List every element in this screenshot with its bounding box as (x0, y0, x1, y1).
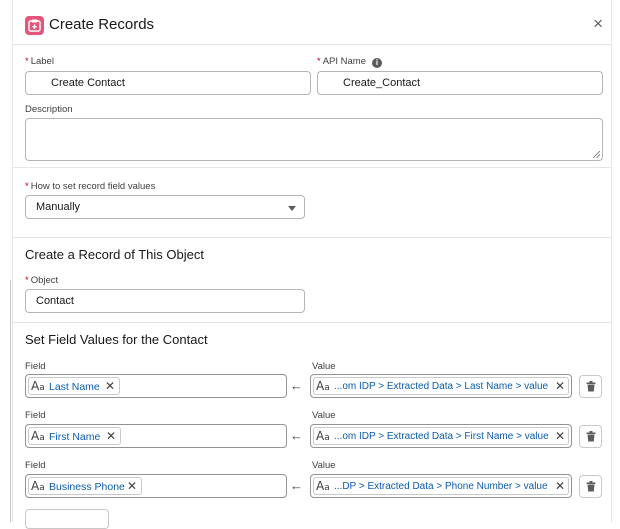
remove-icon[interactable]: ✕ (106, 429, 116, 443)
left-arrow-icon: ← (290, 478, 303, 493)
text-type-icon: Aa (316, 429, 330, 443)
create-records-icon (25, 16, 44, 35)
section-divider (13, 322, 611, 323)
resize-handle-icon[interactable] (593, 151, 600, 158)
text-type-icon: Aa (31, 379, 45, 393)
value-label: Value (312, 361, 336, 372)
label-field-label: * Label (25, 56, 54, 67)
left-edge-line (10, 280, 11, 522)
section-divider (13, 237, 611, 238)
field-label: Field (25, 460, 46, 471)
how-to-set-select[interactable]: Manually (25, 195, 305, 219)
trash-icon (586, 431, 596, 442)
field-label: Field (25, 410, 46, 421)
value-pill[interactable]: Aa ...om IDP > Extracted Data > First Na… (313, 427, 569, 445)
api-name-field-label: * API Name i (317, 56, 382, 68)
value-label: Value (312, 460, 336, 471)
field-input[interactable]: Aa First Name ✕ (25, 424, 287, 448)
text-type-icon: Aa (316, 479, 330, 493)
object-section-title: Create a Record of This Object (25, 247, 204, 262)
value-label: Value (312, 410, 336, 421)
delete-row-button[interactable] (579, 475, 602, 498)
delete-row-button[interactable] (579, 425, 602, 448)
text-type-icon: Aa (31, 479, 45, 493)
description-label: Description (25, 104, 73, 115)
value-pill[interactable]: Aa ...DP > Extracted Data > Phone Number… (313, 477, 569, 495)
delete-row-button[interactable] (579, 375, 602, 398)
left-arrow-icon: ← (290, 428, 303, 443)
create-records-panel: Create Records × * Label Create Contact *… (12, 0, 612, 529)
info-icon[interactable]: i (372, 58, 382, 68)
remove-icon[interactable]: ✕ (555, 379, 565, 393)
value-input[interactable]: Aa ...DP > Extracted Data > Phone Number… (310, 474, 572, 498)
field-pill[interactable]: Aa Last Name ✕ (28, 377, 120, 395)
close-icon[interactable]: × (593, 15, 603, 32)
trash-icon (586, 381, 596, 392)
description-textarea[interactable] (25, 118, 603, 161)
add-field-button[interactable] (25, 509, 109, 529)
field-pill[interactable]: Aa First Name ✕ (28, 427, 121, 445)
field-pill[interactable]: Aa Business Phone ✕ (28, 477, 142, 495)
left-arrow-icon: ← (290, 378, 303, 393)
remove-icon[interactable]: ✕ (555, 479, 565, 493)
text-type-icon: Aa (316, 379, 330, 393)
remove-icon[interactable]: ✕ (127, 479, 137, 493)
value-input[interactable]: Aa ...om IDP > Extracted Data > First Na… (310, 424, 572, 448)
panel-header: Create Records × (13, 8, 611, 45)
panel-title: Create Records (49, 16, 155, 33)
object-input[interactable]: Contact (25, 289, 305, 313)
field-input[interactable]: Aa Last Name ✕ (25, 374, 287, 398)
value-pill[interactable]: Aa ...om IDP > Extracted Data > Last Nam… (313, 377, 569, 395)
field-input[interactable]: Aa Business Phone ✕ (25, 474, 287, 498)
object-label: * Object (25, 275, 59, 286)
remove-icon[interactable]: ✕ (555, 429, 565, 443)
how-to-set-label: * How to set record field values (25, 181, 156, 192)
section-divider (13, 167, 611, 168)
label-input[interactable]: Create Contact (25, 71, 311, 95)
remove-icon[interactable]: ✕ (105, 379, 115, 393)
api-name-input[interactable]: Create_Contact (317, 71, 603, 95)
field-label: Field (25, 361, 46, 372)
trash-icon (586, 481, 596, 492)
text-type-icon: Aa (31, 429, 45, 443)
chevron-down-icon (288, 206, 296, 211)
value-input[interactable]: Aa ...om IDP > Extracted Data > Last Nam… (310, 374, 572, 398)
field-values-title: Set Field Values for the Contact (25, 332, 208, 347)
